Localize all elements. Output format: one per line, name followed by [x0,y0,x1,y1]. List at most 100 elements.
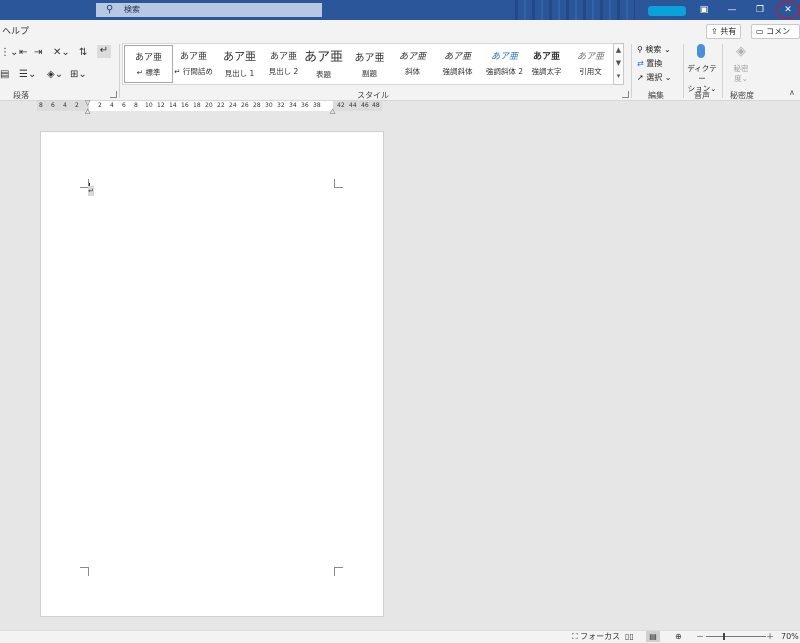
focus-button[interactable]: ⛶ フォーカス [572,631,620,642]
scroll-up-icon[interactable]: ▲ [614,44,623,57]
style-strong[interactable]: あア亜 強調太字 [523,45,570,81]
tab-help[interactable]: ヘルプ [2,24,29,37]
borders-icon[interactable]: ⊞⌄ [70,69,87,80]
style-preview: あア亜 [398,52,426,62]
style-intense-emphasis[interactable]: あア亜 強調斜体 [434,45,481,81]
read-mode-icon[interactable]: ▯▯ [625,631,634,642]
group-divider [722,44,723,98]
ruler-tick: 44 [349,102,357,109]
zoom-out-button[interactable]: － [696,631,704,642]
style-normal[interactable]: あア亜 ↵ 標準 [124,45,173,83]
sort-icon[interactable]: ⇅ [79,47,87,58]
select-button[interactable]: ➚ 選択 ⌄ [637,72,672,83]
ruler-tick: 4 [63,102,67,109]
asian-layout-icon[interactable]: ✕⌄ [53,47,70,58]
ruler-tick: 6 [51,102,55,109]
sensitivity-label-line2: 度 [734,74,742,83]
focus-label: フォーカス [580,632,621,641]
style-no-spacing[interactable]: あア亜 ↵ 行間詰め [170,45,217,81]
distributed-icon[interactable]: ▤ [0,69,9,80]
group-divider [683,44,684,98]
ruler-tick: 16 [181,102,189,109]
focus-icon: ⛶ [572,632,581,641]
web-layout-icon[interactable]: ⊕ [675,631,682,642]
ruler-tick: 12 [157,102,165,109]
ruler-tick: 6 [122,102,126,109]
style-emphasis[interactable]: あア亜 斜体 [389,45,436,81]
chevron-down-icon: ⌄ [662,73,672,82]
style-preview: あア亜 [134,53,162,63]
style-name: ↵ 標準 [136,68,161,77]
style-preview: あア亜 [303,50,343,65]
first-line-indent-marker[interactable]: ▽ [85,99,90,107]
styles-gallery-scroll[interactable]: ▲ ▼ ▾ [613,43,624,85]
sensitivity-icon[interactable]: ◈ [733,44,749,60]
style-title[interactable]: あア亜 表題 [300,45,347,81]
sensitivity-button[interactable]: 秘密 度⌄ [728,64,754,84]
style-heading-1[interactable]: あア亜 見出し 1 [216,45,263,81]
multilevel-list-icon[interactable]: ⋮⌄ [0,47,18,58]
ribbon-display-options-icon[interactable]: ▣ [690,0,718,20]
comment-button[interactable]: ▭ コメント [751,24,800,49]
left-indent-marker[interactable]: △ [85,107,90,115]
style-preview: あア亜 [532,52,560,62]
zoom-slider[interactable] [706,636,766,637]
collapse-ribbon-icon[interactable]: ∧ [789,88,795,97]
style-quote[interactable]: あア亜 引用文 [567,45,614,81]
style-name: 強調斜体 2 [485,67,524,76]
style-name: 強調太字 [531,67,562,76]
style-preview: あア亜 [179,52,207,62]
group-divider [119,44,120,98]
ruler-tick: 28 [253,102,261,109]
title-decoration [515,0,635,20]
restore-icon[interactable]: ❐ [746,0,774,20]
select-label: 選択 [646,73,663,82]
replace-button[interactable]: ⇄ 置換 [637,58,662,69]
ruler-tick: 8 [134,102,138,109]
share-label: 共有 [720,27,737,36]
style-name: 斜体 [405,67,420,76]
paragraph-dialog-launcher-icon[interactable] [110,91,117,98]
sensitivity-label-line1: 秘密 [733,64,749,73]
microphone-icon [697,44,705,58]
style-subtitle[interactable]: あア亜 副題 [346,45,393,81]
margin-corner-bottom-left [80,567,89,576]
decrease-indent-icon[interactable]: ⇤ [19,47,27,58]
ruler-tick: 18 [193,102,201,109]
shading-icon[interactable]: ◈⌄ [47,69,63,80]
style-preview: あア亜 [490,52,518,62]
style-name: 強調斜体 [442,67,473,76]
show-formatting-marks-icon[interactable]: ↵ [97,45,111,58]
gallery-more-icon[interactable]: ▾ [614,70,623,83]
find-button[interactable]: ⚲ 検索 ⌄ [637,44,671,55]
print-layout-icon[interactable]: ▤ [646,631,660,642]
ruler-tick: 4 [110,102,114,109]
zoom-level[interactable]: 70% [781,631,799,642]
share-button[interactable]: ⇪ 共有 [706,24,742,39]
chevron-down-icon: ⌄ [741,74,748,83]
sensitivity-group-label: 秘密度 [730,91,754,100]
style-name: ↵ 行間詰め [174,67,213,76]
ruler-tick: 38 [313,102,321,109]
style-intense-emphasis-2[interactable]: あア亜 強調斜体 2 [481,45,528,81]
scroll-down-icon[interactable]: ▼ [614,57,623,70]
style-name: 引用文 [579,67,602,76]
increase-indent-icon[interactable]: ⇥ [34,47,42,58]
margin-corner-bottom-right [334,567,343,576]
document-page[interactable] [40,131,384,617]
line-spacing-icon[interactable]: ☰⌄ [19,69,36,80]
styles-group-label: スタイル [357,91,389,100]
ruler-tick: 48 [372,102,380,109]
right-indent-marker[interactable]: △ [330,107,335,115]
zoom-in-button[interactable]: ＋ [766,631,774,642]
chevron-down-icon: ⌄ [661,45,671,54]
search-box[interactable]: ⚲ 検索 [96,3,322,17]
styles-dialog-launcher-icon[interactable] [622,91,629,98]
replace-label: 置換 [646,59,663,68]
paragraph-group-label: 段落 [13,91,29,100]
comment-icon: ▭ [756,27,767,36]
style-preview: あア亜 [354,53,385,64]
zoom-slider-thumb[interactable] [723,633,725,640]
dictate-button[interactable] [694,44,708,62]
minimize-icon[interactable]: — [718,0,746,20]
